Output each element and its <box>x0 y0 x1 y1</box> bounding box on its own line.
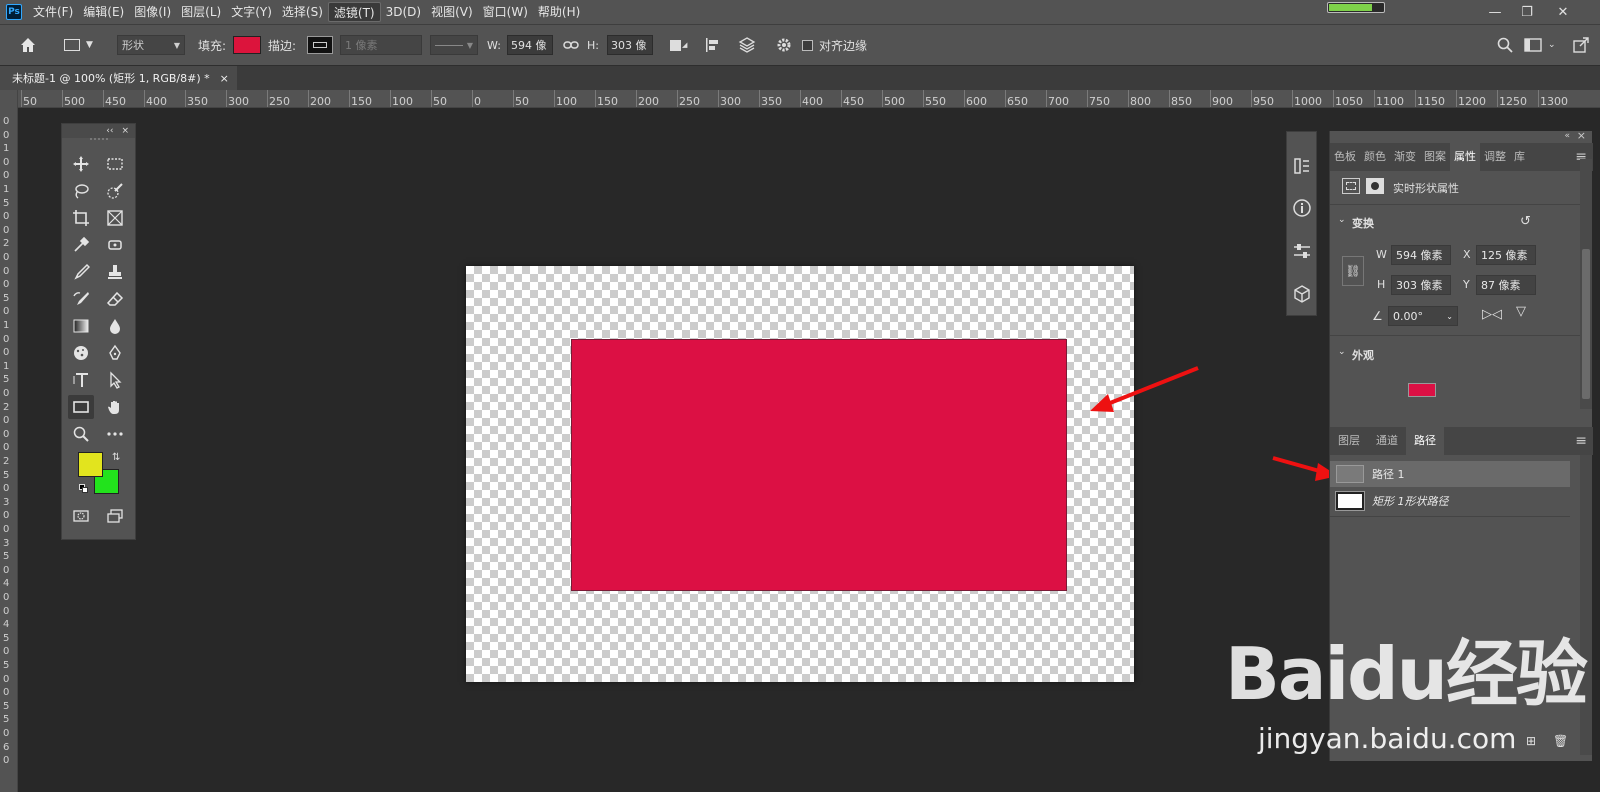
divider <box>1330 516 1570 517</box>
appearance-fill-swatch[interactable] <box>1408 383 1436 397</box>
divider <box>1330 335 1580 336</box>
path-item-path1[interactable]: 路径 1 <box>1330 461 1570 487</box>
divider <box>1330 204 1580 205</box>
path-name: 路径 1 <box>1372 468 1405 481</box>
y-label: Y <box>1463 278 1470 291</box>
tab-gradients[interactable]: 渐变 <box>1390 143 1420 171</box>
height-value[interactable]: 303 像素 <box>1391 275 1451 295</box>
x-label: X <box>1463 248 1471 261</box>
w-label: W <box>1376 248 1387 261</box>
mask-properties-icon[interactable] <box>1366 178 1384 194</box>
link-dimensions-icon[interactable]: ⛓ <box>1342 256 1364 286</box>
tab-channels[interactable]: 通道 <box>1368 427 1406 455</box>
collapse-transform-icon[interactable]: ⌄ <box>1338 215 1346 225</box>
collapse-panel-icon[interactable]: « <box>1564 131 1570 141</box>
shape-properties-icon[interactable] <box>1342 178 1360 194</box>
x-value[interactable]: 125 像素 <box>1476 245 1536 265</box>
tab-properties[interactable]: 属性 <box>1450 143 1480 171</box>
tab-layers[interactable]: 图层 <box>1330 427 1368 455</box>
3d-panel-icon[interactable] <box>1290 282 1314 306</box>
baidu-watermark-url: jingyan.baidu.com <box>1258 722 1517 755</box>
properties-scrollbar[interactable] <box>1580 159 1592 409</box>
angle-icon: ∠ <box>1372 309 1383 323</box>
foreground-color-swatch[interactable] <box>78 452 103 477</box>
arrow-to-path <box>1272 456 1324 474</box>
collapse-appearance-icon[interactable]: ⌄ <box>1338 347 1346 357</box>
arrow-to-canvas-head <box>1090 394 1114 412</box>
width-value[interactable]: 594 像素 <box>1391 245 1451 265</box>
properties-tab-bar: 色板 颜色 渐变 图案 属性 调整 库 ≡ <box>1330 143 1593 171</box>
adjustments-panel-icon[interactable] <box>1290 239 1314 263</box>
panel-dock <box>1286 131 1317 316</box>
reset-transform-icon[interactable]: ↺ <box>1520 214 1531 229</box>
transform-section-title: 变换 <box>1352 217 1374 230</box>
history-panel-icon[interactable] <box>1290 154 1314 178</box>
tab-patterns[interactable]: 图案 <box>1420 143 1450 171</box>
flip-vertical-icon[interactable]: ▽ <box>1516 304 1526 319</box>
tab-libraries[interactable]: 库 <box>1510 143 1529 171</box>
appearance-section-title: 外观 <box>1352 349 1374 362</box>
path-item-shape-path[interactable]: 矩形 1形状路径 <box>1330 488 1570 514</box>
path-name: 矩形 1形状路径 <box>1372 495 1449 508</box>
baidu-watermark-logo: Baidu经验 <box>1225 632 1588 716</box>
path-thumbnail <box>1335 491 1365 511</box>
angle-value: 0.00° <box>1393 309 1423 323</box>
tab-paths[interactable]: 路径 <box>1406 427 1444 455</box>
paths-tab-bar: 图层 通道 路径 ≡ <box>1330 427 1593 455</box>
panel-menu-icon[interactable]: ≡ <box>1575 433 1587 449</box>
angle-field[interactable]: 0.00° ⌄ <box>1388 306 1458 326</box>
info-panel-icon[interactable] <box>1290 196 1314 220</box>
path-thumbnail <box>1336 465 1364 483</box>
tab-adjustments[interactable]: 调整 <box>1480 143 1510 171</box>
chevron-down-icon: ⌄ <box>1446 311 1453 321</box>
flip-horizontal-icon[interactable]: ▷◁ <box>1482 307 1502 322</box>
y-value[interactable]: 87 像素 <box>1476 275 1536 295</box>
new-path-icon[interactable]: ⊞ <box>1526 734 1536 748</box>
arrow-to-canvas <box>1104 366 1199 407</box>
tab-color[interactable]: 颜色 <box>1360 143 1390 171</box>
h-label: H <box>1377 278 1386 291</box>
properties-header: 实时形状属性 <box>1393 182 1459 195</box>
close-panel-icon[interactable]: × <box>1577 129 1586 142</box>
delete-path-icon[interactable]: 🗑 <box>1553 734 1568 748</box>
tab-swatches[interactable]: 色板 <box>1330 143 1360 171</box>
